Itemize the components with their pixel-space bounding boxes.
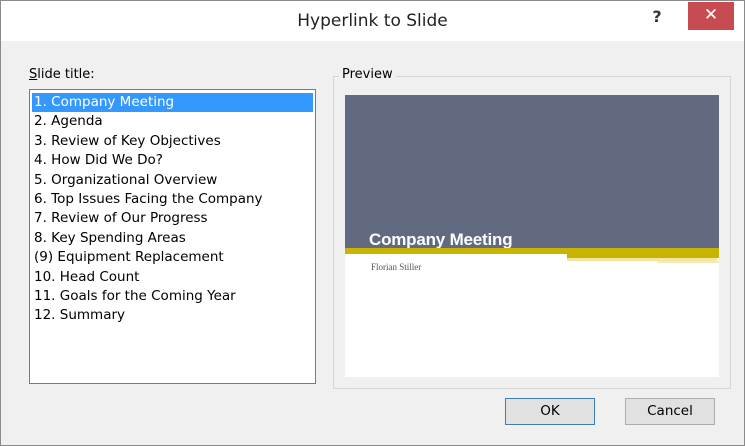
slide-preview: Company Meeting Florian Stiller bbox=[345, 95, 719, 377]
slide-title-listbox[interactable]: 1. Company Meeting 2. Agenda 3. Review of … bbox=[29, 89, 316, 384]
help-button[interactable]: ? bbox=[641, 5, 673, 31]
list-item[interactable]: 4. How Did We Do? bbox=[32, 151, 313, 170]
ok-button[interactable]: OK bbox=[505, 398, 595, 425]
list-item[interactable]: 6. Top Issues Facing the Company bbox=[32, 190, 313, 209]
slide-preview-subtitle: Florian Stiller bbox=[371, 262, 422, 272]
list-item[interactable]: 8. Key Spending Areas bbox=[32, 229, 313, 248]
list-item[interactable]: 12. Summary bbox=[32, 306, 313, 325]
list-item[interactable]: 1. Company Meeting bbox=[32, 93, 313, 113]
close-button[interactable]: ✕ bbox=[688, 2, 734, 30]
slide-title-label-text: lide title: bbox=[37, 67, 95, 82]
close-icon: ✕ bbox=[703, 5, 719, 25]
list-item[interactable]: 2. Agenda bbox=[32, 112, 313, 131]
list-item[interactable]: 10. Head Count bbox=[32, 268, 313, 287]
slide-header-band bbox=[345, 95, 719, 251]
list-item[interactable]: 3. Review of Key Objectives bbox=[32, 132, 313, 151]
list-item[interactable]: (9) Equipment Replacement bbox=[32, 248, 313, 267]
list-item[interactable]: 5. Organizational Overview bbox=[32, 171, 313, 190]
dialog-title: Hyperlink to Slide bbox=[297, 11, 448, 31]
preview-label: Preview bbox=[339, 67, 396, 82]
slide-preview-title: Company Meeting bbox=[369, 230, 513, 249]
slide-accent-band-light-2 bbox=[657, 261, 719, 263]
cancel-button[interactable]: Cancel bbox=[625, 398, 715, 425]
slide-title-label: Slide title: bbox=[29, 67, 95, 82]
list-item[interactable]: 11. Goals for the Coming Year bbox=[32, 287, 313, 306]
list-item[interactable]: 7. Review of Our Progress bbox=[32, 209, 313, 228]
hyperlink-to-slide-dialog: Hyperlink to Slide ? ✕ Slide title: 1. C… bbox=[0, 0, 745, 446]
title-bar: Hyperlink to Slide ? ✕ bbox=[1, 1, 744, 41]
